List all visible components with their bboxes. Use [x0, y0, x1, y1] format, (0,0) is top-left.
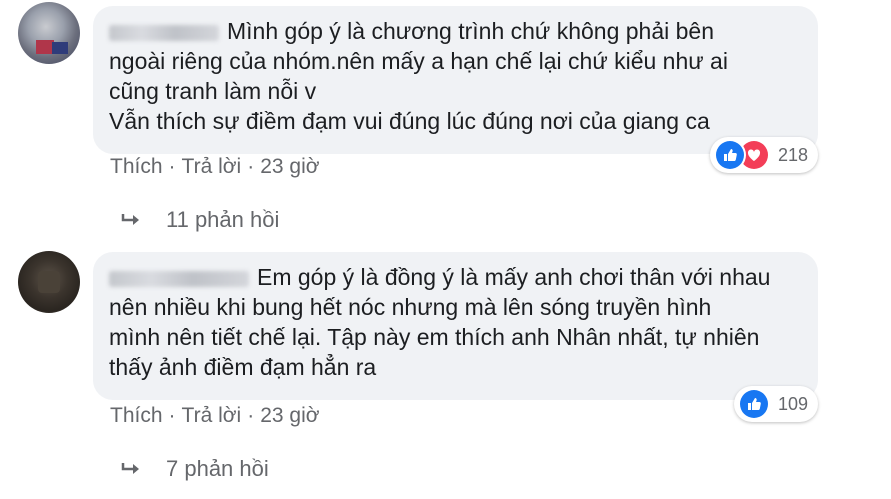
comment-text-line: thấy ảnh điềm đạm hẳn ra [109, 354, 377, 380]
separator-dot: · [247, 404, 255, 427]
comment-avatar[interactable] [18, 2, 80, 64]
comment-bubble: Em góp ý là đồng ý là mấy anh chơi thân … [93, 252, 818, 400]
replies-count-label[interactable]: 7 phản hồi [166, 456, 269, 482]
avatar-blur-block [52, 42, 68, 54]
reaction-count: 218 [777, 144, 808, 165]
comment-avatar[interactable] [18, 251, 80, 313]
comment-actions: Thích · Trả lời · 23 giờ [110, 155, 320, 179]
reaction-summary[interactable]: 218 [710, 137, 818, 173]
like-link[interactable]: Thích [110, 404, 163, 428]
author-name-redacted[interactable] [109, 270, 249, 287]
like-icon [738, 388, 770, 420]
author-name-redacted[interactable] [109, 24, 219, 41]
comment-text-line: Vẫn thích sự điềm đạm vui đúng lúc đúng … [109, 108, 710, 134]
comment-actions: Thích · Trả lời · 23 giờ [110, 404, 320, 428]
reply-link[interactable]: Trả lời [182, 404, 242, 428]
reply-arrow-icon [121, 214, 139, 225]
view-replies-link[interactable]: 7 phản hồi [120, 456, 269, 482]
separator-dot: · [247, 155, 255, 178]
like-link[interactable]: Thích [110, 155, 163, 179]
avatar-blur-block [38, 271, 60, 293]
replies-count-label[interactable]: 11 phản hồi [166, 207, 279, 233]
comment-text-line: Mình góp ý là chương trình chứ không phả… [227, 18, 715, 44]
comment-text-line: cũng tranh làm nỗi v [109, 78, 317, 104]
reply-arrow-icon [121, 463, 139, 474]
reaction-count: 109 [777, 393, 808, 414]
comment-text-line: nên nhiều khi bung hết nóc nhưng mà lên … [109, 294, 712, 320]
comment-text-line: mình nên tiết chế lại. Tập này em thích … [109, 324, 760, 350]
timestamp[interactable]: 23 giờ [260, 155, 319, 179]
separator-dot: · [168, 404, 176, 427]
like-icon [714, 139, 746, 171]
reaction-summary[interactable]: 109 [734, 386, 818, 422]
comment-text-line: Em góp ý là đồng ý là mấy anh chơi thân … [257, 264, 771, 290]
reply-link[interactable]: Trả lời [182, 155, 242, 179]
comment-text-line: ngoài riêng của nhóm.nên mấy a hạn chế l… [109, 48, 728, 74]
view-replies-link[interactable]: 11 phản hồi [120, 207, 279, 233]
separator-dot: · [168, 155, 176, 178]
timestamp[interactable]: 23 giờ [260, 404, 319, 428]
comment-bubble: Mình góp ý là chương trình chứ không phả… [93, 6, 818, 154]
